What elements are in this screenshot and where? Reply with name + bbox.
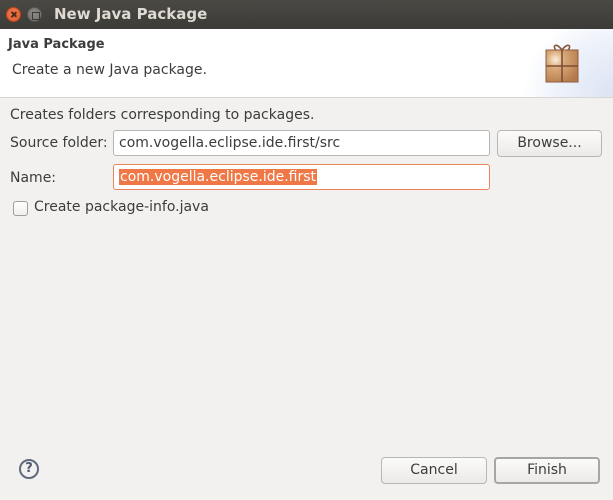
info-text: Creates folders corresponding to package… xyxy=(10,107,315,123)
browse-button[interactable]: Browse... xyxy=(497,130,602,157)
wizard-header: Java Package Create a new Java package. xyxy=(0,29,613,98)
create-package-info-checkbox[interactable] xyxy=(13,201,28,216)
create-package-info-label[interactable]: Create package-info.java xyxy=(34,199,209,215)
maximize-window-button[interactable] xyxy=(27,7,42,22)
wizard-description: Create a new Java package. xyxy=(12,62,207,78)
source-folder-value: com.vogella.eclipse.ide.first/src xyxy=(119,135,341,151)
source-folder-input[interactable]: com.vogella.eclipse.ide.first/src xyxy=(113,130,490,156)
help-icon[interactable]: ? xyxy=(19,459,39,479)
package-name-input[interactable]: com.vogella.eclipse.ide.first xyxy=(113,164,490,190)
title-bar: New Java Package xyxy=(0,0,613,29)
cancel-button[interactable]: Cancel xyxy=(381,457,487,484)
package-gift-icon xyxy=(545,44,579,83)
window-title: New Java Package xyxy=(54,5,208,23)
name-label: Name: xyxy=(10,170,57,186)
close-window-button[interactable] xyxy=(6,7,21,22)
package-name-value: com.vogella.eclipse.ide.first xyxy=(119,169,318,185)
wizard-title: Java Package xyxy=(8,37,105,52)
finish-button[interactable]: Finish xyxy=(494,457,600,484)
source-folder-label: Source folder: xyxy=(10,135,108,151)
